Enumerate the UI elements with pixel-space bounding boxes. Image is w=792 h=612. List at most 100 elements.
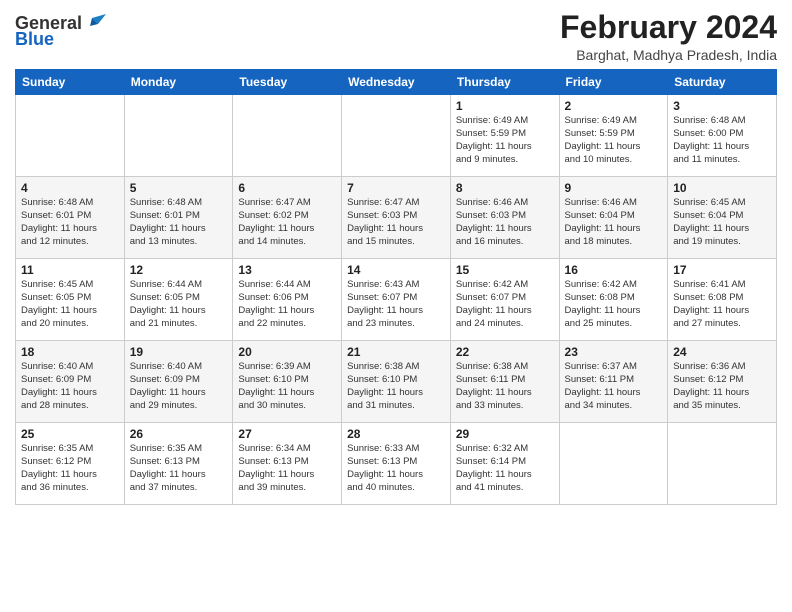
day-info: Sunrise: 6:35 AMSunset: 6:12 PMDaylight:…: [21, 443, 119, 494]
table-cell: 7 Sunrise: 6:47 AMSunset: 6:03 PMDaylight…: [342, 177, 451, 259]
day-info: Sunrise: 6:44 AMSunset: 6:05 PMDaylight:…: [130, 279, 228, 330]
day-number: 28: [347, 427, 445, 441]
table-cell: 17 Sunrise: 6:41 AMSunset: 6:08 PMDayligh…: [668, 259, 777, 341]
day-number: 17: [673, 263, 771, 277]
table-cell: 19 Sunrise: 6:40 AMSunset: 6:09 PMDayligh…: [124, 341, 233, 423]
page-container: General Blue February 2024 Barghat, Madh…: [0, 0, 792, 515]
day-number: 21: [347, 345, 445, 359]
table-cell: [559, 423, 668, 505]
day-info: Sunrise: 6:47 AMSunset: 6:03 PMDaylight:…: [347, 197, 445, 248]
week-row-4: 25Sunrise: 6:35 AMSunset: 6:12 PMDayligh…: [16, 423, 777, 505]
table-cell: [124, 95, 233, 177]
header-monday: Monday: [124, 70, 233, 95]
day-number: 19: [130, 345, 228, 359]
day-info: Sunrise: 6:36 AMSunset: 6:12 PMDaylight:…: [673, 361, 771, 412]
table-cell: 25Sunrise: 6:35 AMSunset: 6:12 PMDayligh…: [16, 423, 125, 505]
day-info: Sunrise: 6:39 AMSunset: 6:10 PMDaylight:…: [238, 361, 336, 412]
table-cell: 3 Sunrise: 6:48 AMSunset: 6:00 PMDaylight…: [668, 95, 777, 177]
day-number: 20: [238, 345, 336, 359]
table-cell: 12 Sunrise: 6:44 AMSunset: 6:05 PMDayligh…: [124, 259, 233, 341]
table-cell: 14Sunrise: 6:43 AMSunset: 6:07 PMDayligh…: [342, 259, 451, 341]
day-number: 29: [456, 427, 554, 441]
day-info: Sunrise: 6:41 AMSunset: 6:08 PMDaylight:…: [673, 279, 771, 330]
day-info: Sunrise: 6:38 AMSunset: 6:10 PMDaylight:…: [347, 361, 445, 412]
table-cell: 20 Sunrise: 6:39 AMSunset: 6:10 PMDayligh…: [233, 341, 342, 423]
header-wednesday: Wednesday: [342, 70, 451, 95]
logo: General Blue: [15, 14, 106, 48]
day-info: Sunrise: 6:44 AMSunset: 6:06 PMDaylight:…: [238, 279, 336, 330]
day-info: Sunrise: 6:33 AMSunset: 6:13 PMDaylight:…: [347, 443, 445, 494]
table-cell: 2 Sunrise: 6:49 AMSunset: 5:59 PMDaylight…: [559, 95, 668, 177]
table-cell: 13Sunrise: 6:44 AMSunset: 6:06 PMDayligh…: [233, 259, 342, 341]
week-row-1: 4 Sunrise: 6:48 AMSunset: 6:01 PMDaylight…: [16, 177, 777, 259]
table-cell: 4 Sunrise: 6:48 AMSunset: 6:01 PMDaylight…: [16, 177, 125, 259]
day-number: 16: [565, 263, 663, 277]
day-number: 1: [456, 99, 554, 113]
day-info: Sunrise: 6:35 AMSunset: 6:13 PMDaylight:…: [130, 443, 228, 494]
day-info: Sunrise: 6:49 AMSunset: 5:59 PMDaylight:…: [565, 115, 663, 166]
day-number: 8: [456, 181, 554, 195]
table-cell: [16, 95, 125, 177]
table-cell: 18 Sunrise: 6:40 AMSunset: 6:09 PMDayligh…: [16, 341, 125, 423]
day-number: 3: [673, 99, 771, 113]
day-info: Sunrise: 6:48 AMSunset: 6:01 PMDaylight:…: [130, 197, 228, 248]
table-cell: 11Sunrise: 6:45 AMSunset: 6:05 PMDayligh…: [16, 259, 125, 341]
table-cell: 15 Sunrise: 6:42 AMSunset: 6:07 PMDayligh…: [450, 259, 559, 341]
table-cell: [668, 423, 777, 505]
day-number: 9: [565, 181, 663, 195]
day-info: Sunrise: 6:34 AMSunset: 6:13 PMDaylight:…: [238, 443, 336, 494]
day-info: Sunrise: 6:42 AMSunset: 6:07 PMDaylight:…: [456, 279, 554, 330]
day-info: Sunrise: 6:42 AMSunset: 6:08 PMDaylight:…: [565, 279, 663, 330]
day-number: 15: [456, 263, 554, 277]
table-cell: 8 Sunrise: 6:46 AMSunset: 6:03 PMDaylight…: [450, 177, 559, 259]
day-number: 27: [238, 427, 336, 441]
table-cell: [342, 95, 451, 177]
table-cell: 24 Sunrise: 6:36 AMSunset: 6:12 PMDayligh…: [668, 341, 777, 423]
day-number: 6: [238, 181, 336, 195]
table-cell: 23Sunrise: 6:37 AMSunset: 6:11 PMDayligh…: [559, 341, 668, 423]
day-info: Sunrise: 6:40 AMSunset: 6:09 PMDaylight:…: [21, 361, 119, 412]
day-number: 10: [673, 181, 771, 195]
week-row-0: 1 Sunrise: 6:49 AMSunset: 5:59 PMDaylight…: [16, 95, 777, 177]
logo-image: General Blue: [15, 14, 106, 48]
calendar-header-row: Sunday Monday Tuesday Wednesday Thursday…: [16, 70, 777, 95]
day-number: 4: [21, 181, 119, 195]
day-info: Sunrise: 6:40 AMSunset: 6:09 PMDaylight:…: [130, 361, 228, 412]
day-number: 12: [130, 263, 228, 277]
header-tuesday: Tuesday: [233, 70, 342, 95]
day-number: 2: [565, 99, 663, 113]
header-thursday: Thursday: [450, 70, 559, 95]
day-number: 5: [130, 181, 228, 195]
table-cell: 22Sunrise: 6:38 AMSunset: 6:11 PMDayligh…: [450, 341, 559, 423]
header: General Blue February 2024 Barghat, Madh…: [15, 10, 777, 63]
day-info: Sunrise: 6:46 AMSunset: 6:03 PMDaylight:…: [456, 197, 554, 248]
day-info: Sunrise: 6:32 AMSunset: 6:14 PMDaylight:…: [456, 443, 554, 494]
header-sunday: Sunday: [16, 70, 125, 95]
header-saturday: Saturday: [668, 70, 777, 95]
table-cell: 16 Sunrise: 6:42 AMSunset: 6:08 PMDayligh…: [559, 259, 668, 341]
table-cell: 27 Sunrise: 6:34 AMSunset: 6:13 PMDayligh…: [233, 423, 342, 505]
day-info: Sunrise: 6:38 AMSunset: 6:11 PMDaylight:…: [456, 361, 554, 412]
calendar: Sunday Monday Tuesday Wednesday Thursday…: [15, 69, 777, 505]
day-number: 18: [21, 345, 119, 359]
day-info: Sunrise: 6:49 AMSunset: 5:59 PMDaylight:…: [456, 115, 554, 166]
table-cell: 10Sunrise: 6:45 AMSunset: 6:04 PMDayligh…: [668, 177, 777, 259]
day-number: 7: [347, 181, 445, 195]
day-info: Sunrise: 6:47 AMSunset: 6:02 PMDaylight:…: [238, 197, 336, 248]
day-info: Sunrise: 6:48 AMSunset: 6:01 PMDaylight:…: [21, 197, 119, 248]
day-number: 24: [673, 345, 771, 359]
day-number: 23: [565, 345, 663, 359]
table-cell: 9 Sunrise: 6:46 AMSunset: 6:04 PMDaylight…: [559, 177, 668, 259]
table-cell: 5 Sunrise: 6:48 AMSunset: 6:01 PMDaylight…: [124, 177, 233, 259]
day-number: 26: [130, 427, 228, 441]
week-row-3: 18 Sunrise: 6:40 AMSunset: 6:09 PMDayligh…: [16, 341, 777, 423]
day-number: 14: [347, 263, 445, 277]
table-cell: 1 Sunrise: 6:49 AMSunset: 5:59 PMDaylight…: [450, 95, 559, 177]
day-info: Sunrise: 6:46 AMSunset: 6:04 PMDaylight:…: [565, 197, 663, 248]
table-cell: 29 Sunrise: 6:32 AMSunset: 6:14 PMDayligh…: [450, 423, 559, 505]
table-cell: 21 Sunrise: 6:38 AMSunset: 6:10 PMDayligh…: [342, 341, 451, 423]
table-cell: 6 Sunrise: 6:47 AMSunset: 6:02 PMDaylight…: [233, 177, 342, 259]
table-cell: [233, 95, 342, 177]
day-info: Sunrise: 6:48 AMSunset: 6:00 PMDaylight:…: [673, 115, 771, 166]
table-cell: 26 Sunrise: 6:35 AMSunset: 6:13 PMDayligh…: [124, 423, 233, 505]
